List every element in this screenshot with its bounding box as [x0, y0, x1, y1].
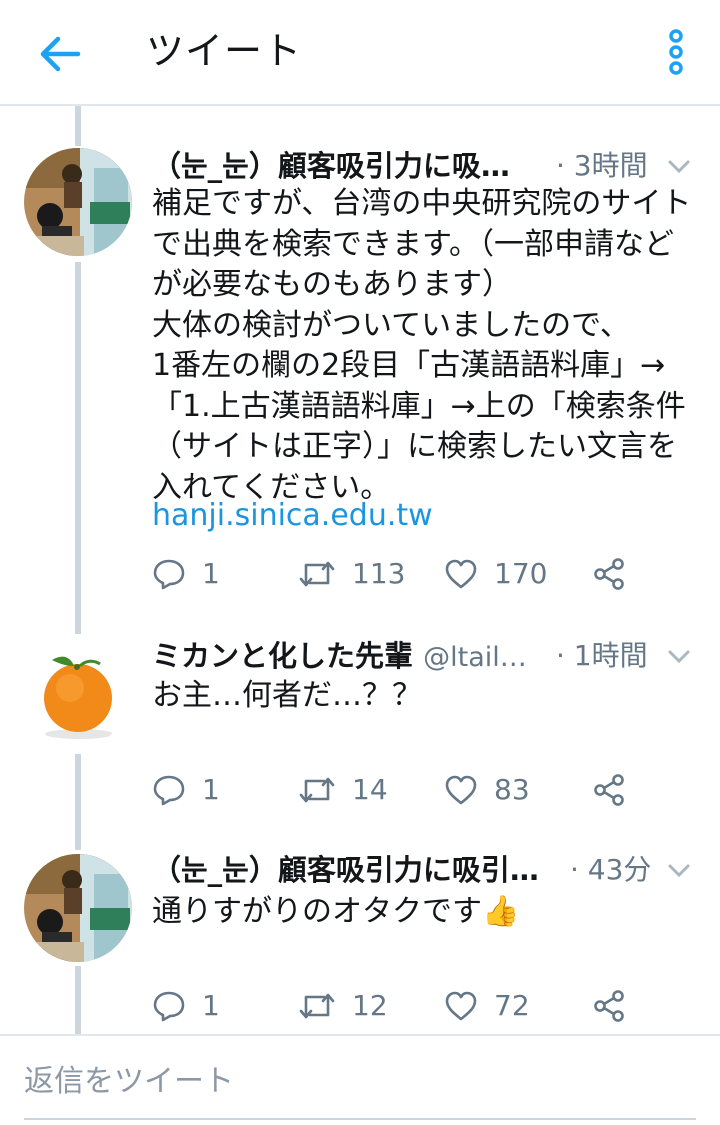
retweet-button[interactable]: 12: [298, 986, 388, 1026]
reply-icon: [153, 775, 185, 806]
avatar[interactable]: [24, 854, 132, 962]
tweet-time[interactable]: · 43分: [570, 850, 651, 890]
avatar[interactable]: [24, 148, 132, 256]
tweet-link[interactable]: hanji.sinica.edu.tw: [152, 496, 433, 536]
reply-count: 1: [202, 773, 220, 806]
chevron-down-icon[interactable]: [666, 648, 692, 666]
share-button[interactable]: [592, 986, 626, 1026]
retweet-icon: [299, 777, 335, 803]
reply-button[interactable]: 1: [152, 770, 220, 810]
tweet-text: お主…何者だ…？？: [152, 678, 422, 713]
display-name[interactable]: ミカンと化した先輩 @ltail…: [152, 636, 552, 678]
tweet-time[interactable]: · 1時間: [556, 636, 648, 676]
retweet-button[interactable]: 14: [298, 770, 388, 810]
share-button[interactable]: [592, 554, 626, 594]
tweet-header: （눈_눈）顧客吸引力に吸引… · 43分: [152, 850, 700, 894]
display-name[interactable]: （눈_눈）顧客吸引力に吸…: [152, 146, 532, 188]
top-bar: ツイート: [0, 0, 720, 106]
heart-icon: [445, 775, 477, 805]
tweet[interactable]: （눈_눈）顧客吸引力に吸… · 3時間 補足ですが、台湾の中央研究院のサイトで出…: [0, 146, 720, 616]
reply-icon: [153, 559, 185, 590]
more-options-button[interactable]: [660, 28, 692, 76]
like-count: 170: [494, 557, 548, 590]
retweet-icon: [299, 993, 335, 1019]
reply-button[interactable]: 1: [152, 986, 220, 1026]
like-button[interactable]: 72: [444, 986, 530, 1026]
like-button[interactable]: 170: [444, 554, 547, 594]
heart-icon: [445, 991, 477, 1021]
thread-line: [75, 106, 81, 146]
display-name[interactable]: （눈_눈）顧客吸引力に吸引…: [152, 850, 564, 892]
tweet-actions: 1 12 72: [152, 986, 672, 1026]
retweet-button[interactable]: 113: [298, 554, 405, 594]
share-icon: [594, 558, 624, 590]
tweet[interactable]: ミカンと化した先輩 @ltail… · 1時間 お主…何者だ…？？ 1 14 8…: [0, 636, 720, 832]
user-handle: @ltail…: [423, 642, 527, 673]
share-icon: [594, 774, 624, 806]
share-icon: [594, 990, 624, 1022]
like-count: 83: [494, 773, 530, 806]
chevron-down-icon[interactable]: [666, 158, 692, 176]
tweet-time[interactable]: · 3時間: [556, 146, 648, 186]
tweet-header: ミカンと化した先輩 @ltail… · 1時間: [152, 636, 700, 680]
chevron-down-icon[interactable]: [666, 862, 692, 880]
avatar[interactable]: [24, 638, 132, 746]
retweet-count: 113: [352, 557, 406, 590]
reply-button[interactable]: 1: [152, 554, 220, 594]
back-button[interactable]: [36, 30, 84, 78]
tweet-text: 補足ですが、台湾の中央研究院のサイトで出典を検索できます。（一部申請などが必要な…: [152, 186, 692, 505]
retweet-count: 14: [352, 773, 388, 806]
reply-count: 1: [202, 557, 220, 590]
reply-input[interactable]: 返信をツイート: [24, 1062, 234, 1102]
tweet-text: 通りすがりのオタクです👍: [152, 894, 520, 929]
tweet[interactable]: （눈_눈）顧客吸引力に吸引… · 43分 通りすがりのオタクです👍 1 12 7…: [0, 850, 720, 1034]
retweet-count: 12: [352, 989, 388, 1022]
page-title: ツイート: [146, 29, 303, 73]
reply-composer: 返信をツイート: [0, 1034, 720, 1125]
reply-icon: [153, 991, 185, 1022]
like-count: 72: [494, 989, 530, 1022]
like-button[interactable]: 83: [444, 770, 530, 810]
share-button[interactable]: [592, 770, 626, 810]
tweet-actions: 1 113 170: [152, 554, 672, 594]
retweet-icon: [299, 561, 335, 587]
tweet-actions: 1 14 83: [152, 770, 672, 810]
arrow-left-icon: [40, 36, 81, 72]
heart-icon: [445, 559, 477, 589]
input-underline: [24, 1118, 696, 1120]
vertical-dots-icon: [669, 29, 683, 75]
reply-count: 1: [202, 989, 220, 1022]
